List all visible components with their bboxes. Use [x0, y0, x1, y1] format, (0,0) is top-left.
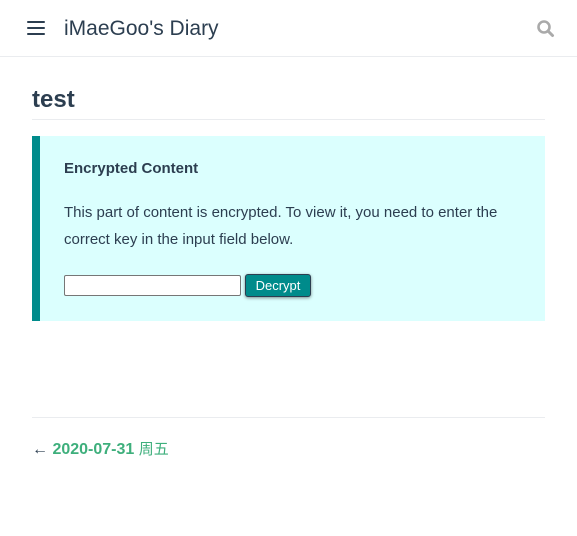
encrypted-content-description: This part of content is encrypted. To vi… — [64, 204, 498, 248]
encrypted-content-block: Encrypted Content This part of content i… — [32, 136, 545, 321]
prev-post-date: 2020-07-31 — [52, 441, 135, 458]
search-icon[interactable] — [536, 19, 556, 39]
page-nav-divider — [32, 417, 545, 418]
prev-post-weekday: 周五 — [138, 440, 169, 458]
hamburger-menu-icon[interactable] — [27, 20, 45, 36]
site-name-link[interactable]: iMaeGoo's Diary — [64, 16, 219, 42]
prev-arrow-icon: ← — [32, 441, 48, 458]
decrypt-key-input[interactable] — [64, 275, 241, 296]
prev-page-nav: ← 2020-07-31 周五 — [32, 438, 169, 461]
navbar: iMaeGoo's Diary — [0, 0, 577, 57]
prev-post-link[interactable]: 2020-07-31 周五 — [52, 440, 169, 458]
decrypt-button[interactable]: Decrypt — [245, 274, 311, 297]
encrypted-content-heading: Encrypted Content — [64, 160, 199, 177]
page-title: test — [32, 83, 545, 120]
